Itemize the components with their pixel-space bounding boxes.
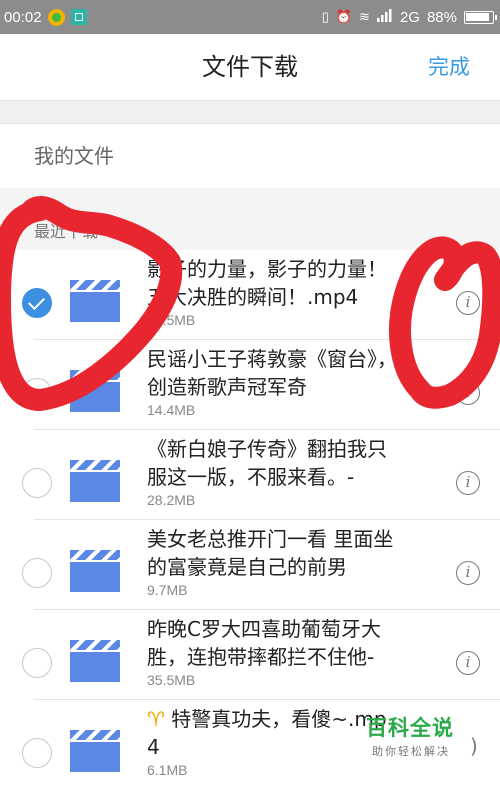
done-button[interactable]: 完成 xyxy=(428,34,470,100)
battery-icon xyxy=(464,10,497,24)
watermark-title: 百科全说 xyxy=(366,716,454,740)
file-row[interactable]: 昨晚C罗大四喜助葡萄牙大胜，连抱带摔都拦不住他- 35.5MB i xyxy=(0,610,500,700)
file-size: 6.1MB xyxy=(147,762,188,778)
alarm-icon: ⏰ xyxy=(335,9,353,24)
video-clapperboard-icon xyxy=(70,368,120,412)
file-size: 35.5MB xyxy=(147,312,196,328)
recent-downloads-label: 最近下载 xyxy=(34,222,99,241)
file-row[interactable]: 影子的力量，影子的力量！五大决胜的瞬间！.mp4 35.5MB i xyxy=(0,250,500,340)
file-name: 美女老总推开门一看 里面坐的富豪竟是自己的前男 xyxy=(147,527,394,579)
file-size: 28.2MB xyxy=(147,492,196,508)
info-icon[interactable]: i xyxy=(456,651,480,675)
info-icon[interactable]: i xyxy=(456,381,480,405)
file-row[interactable]: 《新白娘子传奇》翻拍我只服这一版，不服来看。- 28.2MB i xyxy=(0,430,500,520)
aries-icon: ♈ xyxy=(147,707,165,731)
watermark-logo: 百科全说 助你轻松解决 xyxy=(366,712,466,762)
status-bar: 00:02 ▯ ⏰ ≋ 2G 88% xyxy=(0,0,500,34)
info-icon-partial: ) xyxy=(470,734,478,758)
spacer xyxy=(0,100,500,124)
info-icon[interactable]: i xyxy=(456,471,480,495)
header: 文件下载 完成 xyxy=(0,34,500,100)
file-size: 35.5MB xyxy=(147,672,196,688)
select-checkbox[interactable] xyxy=(22,648,52,678)
watermark-subtitle: 助你轻松解决 xyxy=(372,745,450,758)
wifi-icon: ≋ xyxy=(359,9,370,24)
signal-icon xyxy=(376,8,393,26)
network-type: 2G xyxy=(399,8,420,26)
screenshot-icon xyxy=(70,9,87,25)
select-checkbox[interactable] xyxy=(22,468,52,498)
my-files-label: 我的文件 xyxy=(34,144,114,168)
status-time: 00:02 xyxy=(4,8,42,26)
file-list: 影子的力量，影子的力量！五大决胜的瞬间！.mp4 35.5MB i 民谣小王子蒋… xyxy=(0,250,500,790)
file-name: 民谣小王子蒋敦豪《窗台》，创造新歌声冠军奇 xyxy=(147,347,397,399)
video-clapperboard-icon xyxy=(70,728,120,772)
select-checkbox[interactable] xyxy=(22,378,52,408)
file-name: 昨晚C罗大四喜助葡萄牙大胜，连抱带摔都拦不住他- xyxy=(147,617,381,669)
my-files-entry[interactable]: 我的文件 xyxy=(0,124,500,188)
file-name: 影子的力量，影子的力量！五大决胜的瞬间！.mp4 xyxy=(147,257,387,309)
video-clapperboard-icon xyxy=(70,548,120,592)
battery-percent: 88% xyxy=(426,8,457,26)
vibrate-icon: ▯ xyxy=(321,9,329,24)
page-title: 文件下载 xyxy=(202,53,298,81)
select-checkbox[interactable] xyxy=(22,558,52,588)
file-row[interactable]: 民谣小王子蒋敦豪《窗台》，创造新歌声冠军奇 14.4MB i xyxy=(0,340,500,430)
video-clapperboard-icon xyxy=(70,458,120,502)
file-name: ♈ 特警真功夫，看傻~.mp4 xyxy=(147,705,397,761)
select-checkbox[interactable] xyxy=(22,738,52,768)
recent-downloads-header: 最近下载 xyxy=(0,188,500,250)
info-icon[interactable]: i xyxy=(456,291,480,315)
file-size: 14.4MB xyxy=(147,402,196,418)
screen: 00:02 ▯ ⏰ ≋ 2G 88% 文件下载 完成 我的文件 最近下载 影子的… xyxy=(0,0,500,790)
select-checkbox[interactable] xyxy=(22,288,52,318)
app-notification-icon xyxy=(47,8,65,26)
file-name: 《新白娘子传奇》翻拍我只服这一版，不服来看。- xyxy=(147,437,387,489)
video-clapperboard-icon xyxy=(70,278,120,322)
info-icon[interactable]: i xyxy=(456,561,480,585)
file-row[interactable]: 美女老总推开门一看 里面坐的富豪竟是自己的前男 9.7MB i xyxy=(0,520,500,610)
status-right: ▯ ⏰ ≋ 2G 88% xyxy=(321,0,497,34)
video-clapperboard-icon xyxy=(70,638,120,682)
status-left: 00:02 xyxy=(4,0,87,34)
file-size: 9.7MB xyxy=(147,582,188,598)
file-name-text: 特警真功夫，看傻~.mp4 xyxy=(147,707,387,759)
